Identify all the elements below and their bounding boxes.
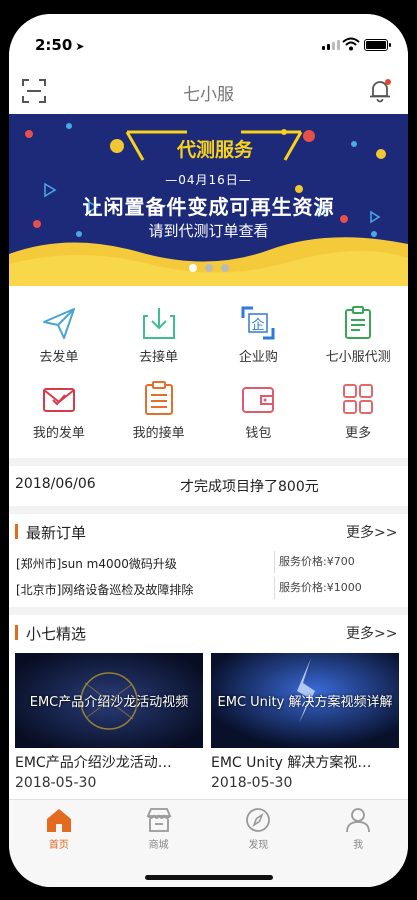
- function-grid: 去发单 去接单 企 企业购 七小服代测 我的发单 我的接单 钱包 更多: [9, 298, 408, 458]
- wifi-icon: [342, 37, 360, 51]
- tab-store[interactable]: 商城: [109, 800, 209, 887]
- grid-item-my-sent-orders[interactable]: 我的发单: [9, 374, 109, 450]
- download-icon: [142, 308, 175, 339]
- grid-item-label: 更多: [345, 426, 372, 441]
- news-ticker[interactable]: 2018/06/06 才完成项目挣了800元: [9, 466, 408, 506]
- latest-orders-header: 最新订单 更多>>: [9, 514, 408, 550]
- home-icon: [46, 809, 71, 832]
- location-arrow-icon: ➤: [75, 40, 85, 53]
- grid-item-label: 我的发单: [32, 426, 85, 441]
- video-date: 2018-05-30: [211, 775, 293, 791]
- clipboard-icon: [345, 306, 372, 339]
- order-row[interactable]: [北京市]网络设备巡检及故障排除 服务价格:¥1000: [9, 577, 408, 601]
- grid-item-label: 去发单: [39, 350, 79, 365]
- tab-discover[interactable]: 发现: [209, 800, 309, 887]
- grid-item-my-taken-orders[interactable]: 我的接单: [109, 374, 209, 450]
- nav-bar: 七小服: [9, 74, 408, 114]
- grid-item-label: 钱包: [245, 426, 272, 441]
- banner-dot[interactable]: [220, 264, 229, 272]
- person-icon: [346, 808, 371, 833]
- video-date: 2018-05-30: [15, 775, 97, 791]
- grid-item-label: 企业购: [238, 350, 278, 365]
- order-row[interactable]: [郑州市]sun m4000微码升级 服务价格:¥700: [9, 551, 408, 575]
- home-indicator[interactable]: [145, 875, 273, 880]
- grid-item-label: 七小服代测: [325, 350, 391, 365]
- orders-more-link[interactable]: 更多>>: [346, 522, 397, 542]
- order-price: 服务价格:¥1000: [274, 577, 362, 599]
- tab-bar: 首页 商城 发现 我: [9, 799, 408, 887]
- banner-date: —04月16日—: [165, 173, 252, 187]
- status-time: 2:50 ➤: [35, 36, 85, 54]
- section-accent-bar: [15, 625, 18, 640]
- video-caption: EMC Unity 解决方案视频详解: [217, 695, 393, 710]
- store-icon: [146, 808, 171, 832]
- grid-item-take-order[interactable]: 去接单: [109, 298, 209, 374]
- section-title: 最新订单: [26, 524, 87, 542]
- grid-item-label: 去接单: [139, 350, 179, 365]
- svg-text:企: 企: [252, 317, 265, 333]
- page-title: 七小服: [183, 85, 234, 105]
- tab-home[interactable]: 首页: [9, 800, 109, 887]
- battery-icon: [364, 39, 391, 51]
- compass-icon: [246, 808, 271, 832]
- grid-item-wallet[interactable]: 钱包: [209, 374, 309, 450]
- news-date: 2018/06/06: [15, 476, 96, 492]
- wallet-icon: [242, 387, 275, 413]
- status-bar: 2:50 ➤: [9, 14, 408, 74]
- more-grid-icon: [343, 384, 374, 414]
- news-text: 才完成项目挣了800元: [180, 479, 319, 495]
- tab-me[interactable]: 我: [308, 800, 408, 887]
- banner-dot[interactable]: [204, 264, 213, 272]
- featured-header: 小七精选 更多>>: [9, 615, 408, 651]
- grid-item-qixiaofu-testing[interactable]: 七小服代测: [308, 298, 408, 374]
- featured-more-link[interactable]: 更多>>: [346, 623, 397, 643]
- tab-label: 首页: [48, 840, 69, 851]
- video-card[interactable]: EMC产品介绍沙龙活动视频 EMC产品介绍沙龙活动… 2018-05-30: [15, 653, 203, 791]
- tab-label: 商城: [148, 840, 169, 851]
- notification-bell-icon[interactable]: [367, 77, 393, 103]
- tab-label: 发现: [248, 840, 269, 851]
- list-icon: [144, 381, 173, 415]
- cellular-signal-icon: [322, 40, 340, 50]
- enterprise-icon: 企: [241, 306, 275, 340]
- tab-label: 我: [353, 840, 364, 851]
- section-title: 小七精选: [26, 625, 87, 643]
- grid-item-more[interactable]: 更多: [308, 374, 408, 450]
- section-divider: [9, 506, 408, 514]
- video-card[interactable]: EMC Unity 解决方案视频详解 EMC Unity 解决方案视… 2018…: [211, 653, 399, 791]
- video-caption: EMC产品介绍沙龙活动视频: [29, 695, 189, 710]
- banner-dot[interactable]: [188, 264, 197, 272]
- order-price: 服务价格:¥700: [274, 551, 355, 573]
- section-accent-bar: [15, 524, 18, 539]
- section-divider: [9, 607, 408, 615]
- send-icon: [42, 308, 75, 339]
- order-title: [北京市]网络设备巡检及故障排除: [16, 583, 194, 597]
- banner-subline: 请到代测订单查看: [148, 222, 269, 240]
- mail-icon: [42, 388, 75, 412]
- banner-pagination[interactable]: [9, 264, 408, 272]
- video-thumbnail[interactable]: EMC产品介绍沙龙活动视频: [15, 653, 203, 748]
- video-thumbnail[interactable]: EMC Unity 解决方案视频详解: [211, 653, 399, 748]
- grid-item-label: 我的接单: [132, 426, 185, 441]
- promo-banner[interactable]: 代测服务 —04月16日— 让闲置备件变成可再生资源 请到代测订单查看: [9, 114, 408, 286]
- grid-item-send-order[interactable]: 去发单: [9, 298, 109, 374]
- video-title: EMC Unity 解决方案视…: [211, 755, 372, 771]
- order-title: [郑州市]sun m4000微码升级: [16, 557, 177, 571]
- section-divider: [9, 458, 408, 466]
- grid-item-enterprise-purchase[interactable]: 企 企业购: [209, 298, 309, 374]
- phone-screen: 2:50 ➤ 七小服 代测服务 —04月16日— 让闲置备件变成可再生资源 请到…: [9, 14, 408, 887]
- banner-title: 代测服务: [155, 134, 275, 166]
- video-title: EMC产品介绍沙龙活动…: [15, 755, 172, 771]
- banner-headline: 让闲置备件变成可再生资源: [82, 195, 335, 219]
